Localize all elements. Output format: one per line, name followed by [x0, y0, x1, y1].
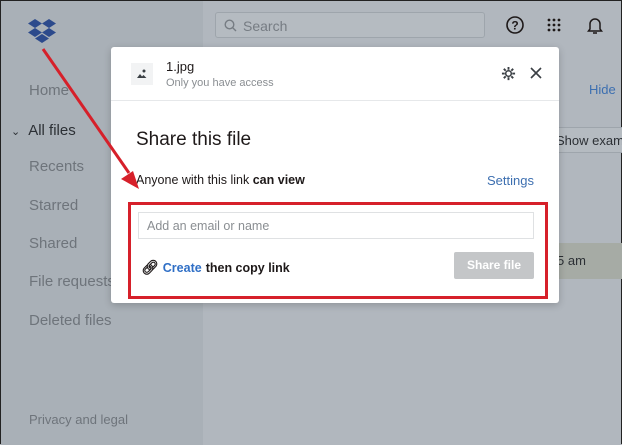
apps-grid-icon[interactable] [546, 17, 562, 33]
search-icon [224, 19, 237, 32]
annotation-highlight-box [128, 202, 548, 299]
file-name: 1.jpg [166, 59, 195, 74]
hide-link[interactable]: Hide [589, 82, 616, 97]
sidebar-item-file-requests[interactable]: File requests [29, 273, 115, 290]
notifications-bell-icon[interactable] [585, 15, 605, 35]
file-row[interactable]: 5 am [549, 243, 622, 279]
sidebar-item-home[interactable]: Home [29, 82, 69, 99]
sidebar-item-shared[interactable]: Shared [29, 235, 77, 252]
chevron-down-icon: ⌄ [11, 126, 21, 138]
link-permission: Anyone with this link can view [136, 173, 305, 187]
settings-link[interactable]: Settings [487, 173, 534, 188]
help-icon[interactable]: ? [505, 15, 525, 35]
search-placeholder: Search [243, 18, 288, 34]
sidebar-item-recents[interactable]: Recents [29, 158, 84, 175]
image-file-icon [131, 63, 153, 85]
show-examples-button[interactable]: Show examples [549, 127, 622, 153]
dialog-header: 1.jpg Only you have access [111, 47, 559, 101]
sidebar-item-starred[interactable]: Starred [29, 197, 78, 214]
search-input[interactable]: Search [215, 12, 485, 38]
svg-text:?: ? [511, 19, 518, 33]
access-status: Only you have access [166, 77, 274, 89]
row-time: 5 am [557, 253, 586, 268]
permission-prefix: Anyone with this link [136, 173, 253, 187]
close-icon[interactable] [529, 66, 543, 80]
sidebar-item-deleted-files[interactable]: Deleted files [29, 312, 112, 329]
dropbox-logo-icon[interactable] [28, 19, 56, 43]
sidebar-item-label: All files [28, 122, 76, 139]
privacy-legal-link[interactable]: Privacy and legal [29, 412, 128, 427]
sidebar-item-all-files[interactable]: ⌄ All files [11, 122, 76, 139]
dialog-title: Share this file [136, 129, 252, 150]
gear-icon[interactable] [501, 66, 516, 81]
permission-level: can view [252, 173, 305, 187]
